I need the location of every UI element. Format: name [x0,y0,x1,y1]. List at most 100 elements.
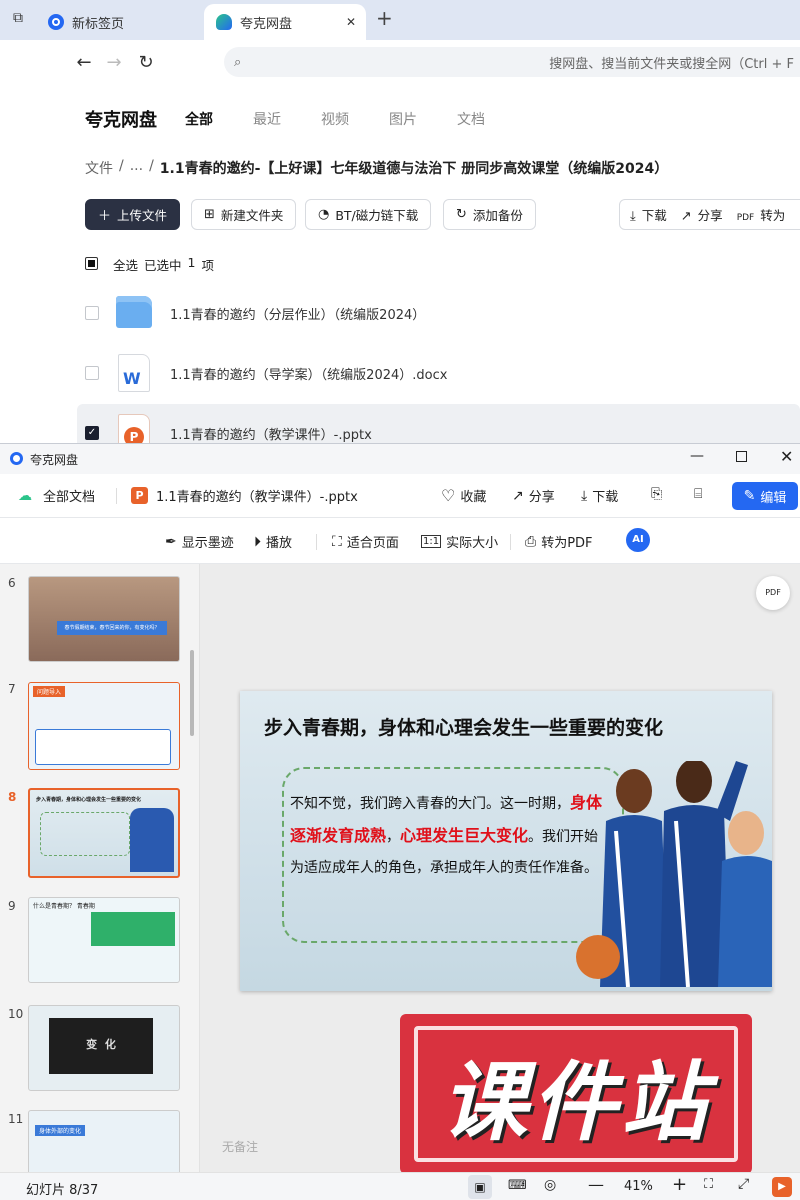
viewer-download-button[interactable]: ⤓ 下载 [581,486,618,506]
viewer-share-button[interactable]: ↗ 分享 [512,486,555,506]
reload-icon[interactable]: ↻ [134,50,158,74]
divider [316,534,317,550]
nav-tab-docs[interactable]: 文档 [457,109,485,129]
cloud-icon: ☁ [18,487,32,504]
divider [116,488,117,504]
normal-view-icon[interactable]: ▣ [468,1175,492,1199]
bt-download-button[interactable]: ◔ BT/磁力链下载 [305,199,432,230]
slide-thumbnail-selected[interactable]: 步入青春期，身体和心理会发生一些重要的变化 [28,788,180,878]
slide-thumbnail[interactable]: 变 化 [28,1005,180,1091]
row-checkbox[interactable] [85,306,99,320]
slide-thumbnail-panel: 6 春节假期结束，春节回来的你，有变化吗？ 7 问题导入 8 步入青春期，身体和… [0,564,200,1172]
nav-tab-image[interactable]: 图片 [389,109,417,129]
edit-button[interactable]: ✎ 编辑 [732,482,798,510]
thumb-figures [130,808,174,872]
upload-button[interactable]: ＋ 上传文件 [85,199,181,230]
brand-title: 夸克网盘 [85,110,157,131]
back-arrow-icon[interactable]: ← [72,50,96,74]
ai-button[interactable]: AI [626,528,650,552]
row-checkbox[interactable] [85,366,99,380]
slide-thumbnail[interactable]: 春节假期结束，春节回来的你，有变化吗？ [28,576,180,662]
indeterminate-mark [88,260,95,267]
slideshow-icon[interactable]: ▶ [772,1177,792,1197]
minimize-icon[interactable]: — [690,448,704,464]
zoom-in-icon[interactable]: + [672,1174,687,1195]
slide-body-text: 不知不觉，我们跨入青春的大门。这一时期，身体逐渐发育成熟，心理发生巨大变化。我们… [290,787,610,884]
viewer-title-bar: 夸克网盘 — ✕ [0,444,800,474]
watermark-stamp: 课件站 [400,1014,752,1174]
thumb-chart [91,912,175,946]
viewer-toolbar: ✒ 显示墨迹 ⏵ 播放 ⛶ 适合页面 1:1 实际大小 ⎙ 转为PDF AI [0,518,800,564]
thumbnail-scrollbar[interactable] [190,650,194,736]
select-all-checkbox[interactable] [85,257,98,270]
divider [510,534,511,550]
pdf-float-button[interactable]: PDF [756,576,790,610]
favorite-button[interactable]: ♡ 收藏 [441,486,486,505]
convert-button[interactable]: PDF 转为 [737,205,786,224]
thumb-heading: 什么是青春期？ 青春期 [33,903,95,910]
to-pdf-button[interactable]: ⎙ 转为PDF [525,532,593,552]
play-button[interactable]: ⏵ 播放 [254,532,292,552]
export-icon[interactable]: ⎘ [651,486,667,502]
close-tab-icon[interactable]: ✕ [346,15,356,29]
thumb-chars: 变 化 [86,1038,116,1051]
viewer-header: ☁ 全部文档 P 1.1青春的邀约（教学课件）-.pptx ♡ 收藏 ↗ 分享 ⤓ 下… [0,474,800,518]
zoom-out-icon[interactable]: — [588,1175,604,1194]
file-row[interactable]: 1.1青春的邀约（分层作业）（统编版2024） [0,284,800,342]
viewer-logo-icon [10,452,23,465]
tab-search-icon[interactable]: ⧉ [8,10,28,30]
tab-quark-drive[interactable]: 夸克网盘 ✕ [204,4,366,40]
maximize-icon[interactable] [736,451,747,462]
breadcrumb-root[interactable]: 文件 [85,158,113,178]
slide-title: 步入青春期，身体和心理会发生一些重要的变化 [264,717,664,739]
show-ink-button[interactable]: ✒ 显示墨迹 [165,532,234,552]
slide-text: ， [386,829,401,845]
new-folder-button[interactable]: ⊞ 新建文件夹 [191,199,297,230]
slide-thumbnail[interactable]: 什么是青春期？ 青春期 [28,897,180,983]
viewer-file-title: P 1.1青春的邀约（教学课件）-.pptx [131,486,358,505]
file-name: 1.1青春的邀约（导学案）（统编版2024）.docx [170,367,448,383]
download-button[interactable]: ⤓ 下载 [630,205,667,224]
plus-icon: ＋ [98,209,112,224]
all-docs-button[interactable]: ☁ 全部文档 [18,486,95,506]
fullscreen-icon[interactable]: ⤢ [738,1176,749,1192]
file-name: 1.1青春的邀约（教学课件）-.pptx [170,427,372,443]
breadcrumb-ellipsis[interactable]: ... [130,158,143,178]
download-label: 下载 [641,208,667,223]
file-row[interactable]: W 1.1青春的邀约（导学案）（统编版2024）.docx [0,344,800,402]
actual-size-button[interactable]: 1:1 实际大小 [421,532,498,551]
play-icon: ⏵ [254,533,261,550]
add-backup-button[interactable]: ↻ 添加备份 [443,199,536,230]
nav-tab-video[interactable]: 视频 [321,109,349,129]
ink-pen-icon: ✒ [165,533,177,550]
upload-label: 上传文件 [117,208,168,223]
feedback-icon[interactable]: ⌸ [694,486,707,502]
slide-thumbnail[interactable]: 问题导入 [28,682,180,770]
tab-label: 夸克网盘 [240,16,293,32]
convert-label: 转为 [760,208,786,223]
backpack [576,935,620,979]
select-all-label[interactable]: 全选 [113,255,138,274]
tab-new-tab[interactable]: 新标签页 [40,4,200,40]
notes-text: 无备注 [222,1140,259,1154]
address-bar[interactable]: ⌕ 搜网盘、搜当前文件夹或搜全网（Ctrl + F [224,47,800,77]
edit-label: 编辑 [760,490,787,506]
slide-thumbnail[interactable]: 身体外部的变化 [28,1110,180,1172]
nav-tab-all[interactable]: 全部 [185,109,213,129]
fit-page-button[interactable]: ⛶ 适合页面 [332,532,399,552]
bt-label: BT/磁力链下载 [335,208,419,223]
thumb-box [35,729,171,765]
thumb-heading: 问题导入 [33,686,66,697]
forward-arrow-icon[interactable]: → [102,50,126,74]
notes-view-icon[interactable]: ⌨ [508,1178,527,1193]
fit-window-icon[interactable]: ⛶ [704,1177,713,1192]
row-checkbox-checked[interactable]: ✓ [85,426,99,440]
tab-label: 新标签页 [72,16,125,32]
web-view-icon[interactable]: ◎ [544,1177,556,1193]
thumb-number: 9 [8,899,16,913]
close-window-icon[interactable]: ✕ [780,447,793,466]
share-button[interactable]: ↗ 分享 [681,205,723,224]
new-tab-button[interactable]: + [376,6,393,30]
students-illustration [576,761,772,987]
nav-tab-recent[interactable]: 最近 [253,109,281,129]
